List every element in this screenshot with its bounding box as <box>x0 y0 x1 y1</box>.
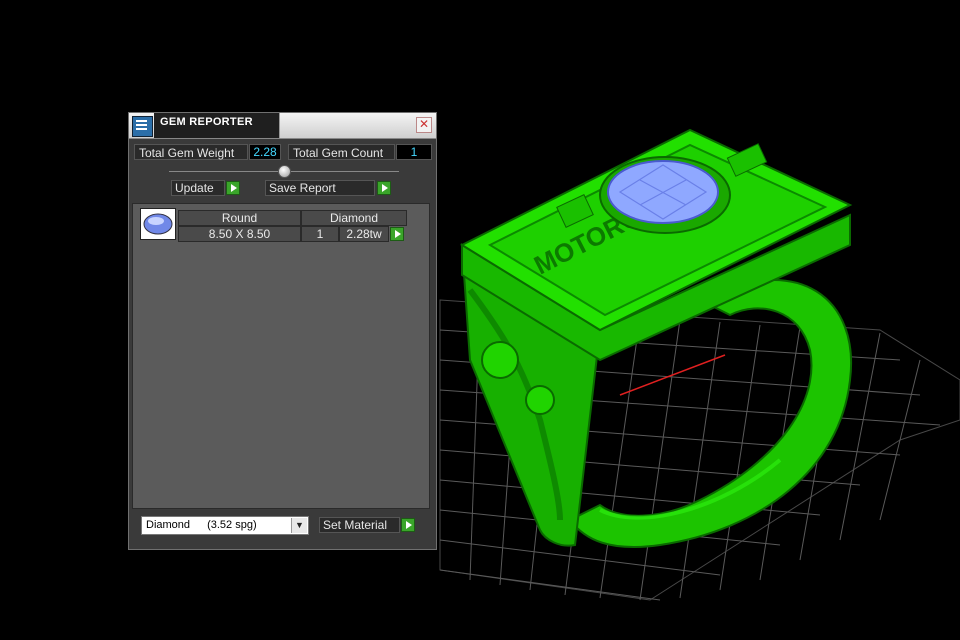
material-bar: Diamond (3.52 spg) ▼ Set Material <box>129 509 436 549</box>
window-title: GEM REPORTER <box>160 116 253 128</box>
material-select-density: (3.52 spg) <box>207 519 257 531</box>
gem-material-cell: Diamond <box>301 210 407 226</box>
slider-handle[interactable] <box>278 165 291 178</box>
update-button[interactable]: Update <box>171 180 225 196</box>
gem-size-cell: 8.50 X 8.50 <box>178 226 301 242</box>
close-icon[interactable]: ✕ <box>416 117 432 133</box>
set-material-play-icon[interactable] <box>401 518 415 532</box>
gem-weight-cell: 2.28tw <box>339 226 389 242</box>
gem-row-play-icon[interactable] <box>390 227 404 241</box>
gem-count-cell: 1 <box>301 226 339 242</box>
set-material-button[interactable]: Set Material <box>319 517 400 533</box>
chevron-down-icon[interactable]: ▼ <box>291 518 307 533</box>
gem-list: Round Diamond 8.50 X 8.50 1 2.28tw <box>132 203 430 509</box>
material-select-name: Diamond <box>146 519 191 531</box>
total-gem-weight-value: 2.28 <box>249 144 281 160</box>
total-gem-weight-label: Total Gem Weight <box>134 144 248 160</box>
save-report-play-icon[interactable] <box>377 181 391 195</box>
update-play-icon[interactable] <box>226 181 240 195</box>
material-select[interactable]: Diamond (3.52 spg) ▼ <box>141 516 309 535</box>
save-report-button[interactable]: Save Report <box>265 180 375 196</box>
title-box: GEM REPORTER <box>154 113 280 138</box>
x-axis-line <box>619 354 726 396</box>
gem-reporter-window: GEM REPORTER ✕ Total Gem Weight 2.28 Tot… <box>128 112 437 550</box>
title-bar[interactable]: GEM REPORTER ✕ <box>129 113 436 139</box>
gem-reporter-app-icon <box>132 116 153 137</box>
gem-shape-cell: Round <box>178 210 301 226</box>
total-gem-count-label: Total Gem Count <box>288 144 395 160</box>
round-gem-icon <box>140 208 176 240</box>
total-gem-count-value: 1 <box>396 144 432 160</box>
